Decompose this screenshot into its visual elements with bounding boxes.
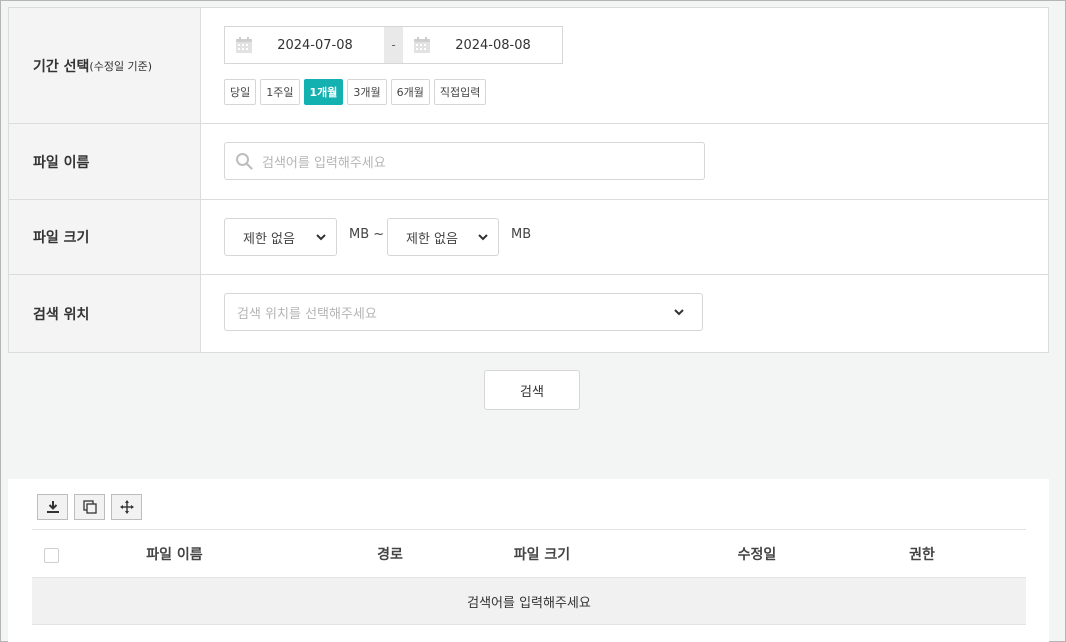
location-select[interactable]: 검색 위치를 선택해주세요 [224,293,703,331]
preset-3month-button[interactable]: 3개월 [347,79,387,105]
file-name-row: 파일 이름 검색어를 입력해주세요 [9,124,1048,200]
col-file-size[interactable]: 파일 크기 [477,530,607,577]
preset-1week-button[interactable]: 1주일 [260,79,300,105]
results-table-header: 파일 이름 경로 파일 크기 수정일 권한 [32,529,1026,578]
date-range-picker: 2024-07-08 - 2024-08-08 [224,26,563,64]
file-name-placeholder: 검색어를 입력해주세요 [262,155,386,171]
start-date-value: 2024-07-08 [277,37,353,53]
col-permission[interactable]: 권한 [882,530,962,577]
min-size-unit: MB ~ [349,227,385,242]
period-row: 기간 선택 (수정일 기준) 2024-07-08 - 2024-08-08 당… [9,8,1048,124]
download-button[interactable] [37,494,68,520]
max-size-value: 제한 없음 [406,231,458,247]
preset-custom-button[interactable]: 직접입력 [433,79,487,105]
end-date-value: 2024-08-08 [455,37,531,53]
min-size-select[interactable]: 제한 없음 [224,218,337,256]
end-date-input[interactable]: 2024-08-08 [403,27,562,63]
location-placeholder: 검색 위치를 선택해주세요 [237,306,377,322]
col-modified-date[interactable]: 수정일 [697,530,817,577]
copy-icon [82,500,97,514]
calendar-icon [236,37,252,53]
select-all-checkbox[interactable] [44,548,59,563]
file-name-label: 파일 이름 [9,124,201,199]
move-button[interactable] [111,494,142,520]
period-label-note: (수정일 기준) [89,59,153,73]
results-toolbar [37,494,142,520]
date-separator: - [384,27,403,63]
period-label-text: 기간 선택 [33,58,90,75]
preset-1month-button[interactable]: 1개월 [303,79,344,105]
start-date-input[interactable]: 2024-07-08 [225,27,384,63]
copy-button[interactable] [74,494,105,520]
empty-results-message: 검색어를 입력해주세요 [32,578,1026,625]
file-size-row: 파일 크기 제한 없음 MB ~ 제한 없음 MB [9,200,1048,275]
move-icon [119,500,134,514]
col-file-name[interactable]: 파일 이름 [92,530,257,577]
max-size-unit: MB [511,227,532,242]
chevron-down-icon [674,309,684,316]
download-icon [46,501,59,513]
period-presets: 당일 1주일 1개월 3개월 6개월 직접입력 [224,79,487,105]
col-path[interactable]: 경로 [350,530,430,577]
file-size-label: 파일 크기 [9,200,201,274]
chevron-down-icon [316,234,326,241]
location-label: 검색 위치 [9,275,201,352]
results-panel: 파일 이름 경로 파일 크기 수정일 권한 검색어를 입력해주세요 [8,479,1049,642]
preset-6month-button[interactable]: 6개월 [390,79,430,105]
file-name-search-input[interactable]: 검색어를 입력해주세요 [224,142,705,180]
search-button[interactable]: 검색 [484,370,580,410]
calendar-icon [414,37,430,53]
max-size-select[interactable]: 제한 없음 [387,218,499,256]
preset-today-button[interactable]: 당일 [224,79,257,105]
min-size-value: 제한 없음 [243,231,295,247]
search-icon [236,153,253,170]
location-row: 검색 위치 검색 위치를 선택해주세요 [9,275,1048,352]
search-filter-form: 기간 선택 (수정일 기준) 2024-07-08 - 2024-08-08 당… [8,7,1049,353]
chevron-down-icon [478,234,488,241]
period-label: 기간 선택 (수정일 기준) [9,8,201,123]
